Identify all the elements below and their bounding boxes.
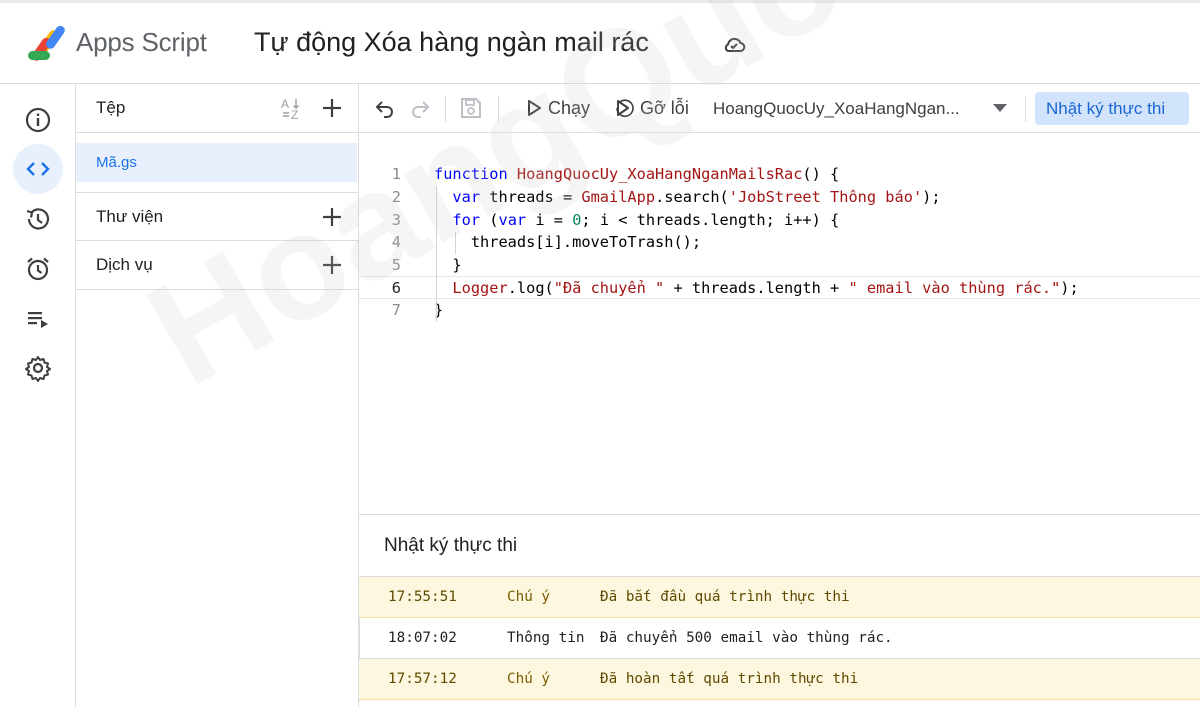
- code-text: var threads = GmailApp.search('JobStreet…: [452, 188, 941, 206]
- line-number: 4: [391, 233, 401, 251]
- toolbar-separator: [498, 96, 499, 122]
- add-service-icon[interactable]: [320, 253, 344, 277]
- file-item-ma-gs[interactable]: Mã.gs: [76, 143, 357, 182]
- libraries-section[interactable]: Thư viện: [76, 192, 358, 241]
- playlist-play-icon: [28, 312, 48, 328]
- log-message: Đã hoàn tất quá trình thực thi: [600, 671, 859, 687]
- line-number: 1: [391, 165, 401, 183]
- line-number: 7: [391, 301, 401, 319]
- debug-button[interactable]: Gỡ lỗi: [640, 98, 689, 119]
- rail-item-settings[interactable]: [13, 343, 63, 393]
- play-icon[interactable]: [522, 96, 546, 120]
- code-icon: [26, 162, 50, 176]
- code-text: }: [434, 256, 462, 274]
- execution-log-panel: Nhật ký thực thi 17:55:51 Chú ý Đã bắt đ…: [359, 514, 1200, 707]
- function-select[interactable]: HoangQuocUy_XoaHangNgan...: [713, 99, 975, 119]
- svg-text:Z: Z: [291, 108, 298, 122]
- execution-log-button[interactable]: Nhật ký thực thi: [1035, 92, 1189, 125]
- chevron-down-icon[interactable]: [993, 104, 1007, 112]
- apps-script-logo-icon[interactable]: [26, 25, 68, 63]
- project-title[interactable]: Tự động Xóa hàng ngàn mail rác: [254, 27, 649, 58]
- editor-toolbar: Chạy Gỡ lỗi HoangQuocUy_XoaHangNgan... N…: [359, 84, 1200, 133]
- line-number: 5: [391, 256, 401, 274]
- indent-guide: [455, 232, 456, 254]
- execution-log-button-label: Nhật ký thực thi: [1046, 99, 1166, 118]
- log-row[interactable]: 17:55:51 Chú ý Đã bắt đầu quá trình thực…: [359, 577, 1200, 618]
- log-level: Thông tin: [507, 630, 585, 646]
- line-number: 2: [391, 188, 401, 206]
- left-navigation-rail: [0, 84, 76, 707]
- services-label: Dịch vụ: [96, 255, 153, 274]
- add-file-icon[interactable]: [320, 96, 344, 120]
- log-level: Chú ý: [507, 589, 551, 605]
- code-line[interactable]: 4 threads[i].moveToTrash();: [359, 231, 1200, 254]
- app-name[interactable]: Apps Script: [76, 27, 207, 58]
- log-level: Chú ý: [507, 671, 551, 687]
- code-editor[interactable]: 1 function HoangQuocUy_XoaHangNganMailsR…: [359, 134, 1200, 514]
- code-text: threads[i].moveToTrash();: [434, 233, 702, 251]
- code-text: function HoangQuocUy_XoaHangNganMailsRac…: [434, 165, 840, 183]
- rail-item-executions[interactable]: [13, 294, 63, 344]
- code-line[interactable]: 7 }: [359, 299, 1200, 322]
- code-line-current[interactable]: 6 Logger.log("Đã chuyển " + threads.leng…: [359, 276, 1200, 299]
- files-header-label: Tệp: [96, 98, 126, 117]
- undo-icon[interactable]: [373, 96, 397, 120]
- log-time: 17:57:12: [388, 671, 457, 687]
- info-icon: [25, 107, 51, 133]
- redo-icon[interactable]: [408, 96, 432, 120]
- rail-item-history[interactable]: [13, 194, 63, 244]
- indent-guide: [436, 186, 437, 322]
- code-line[interactable]: 3 for (var i = 0; i < threads.length; i+…: [359, 209, 1200, 232]
- execution-log-title: Nhật ký thực thi: [384, 535, 518, 556]
- add-library-icon[interactable]: [320, 205, 344, 229]
- files-panel: Tệp A Z Mã.gs Thư viện Dịch vụ: [76, 84, 359, 707]
- svg-text:A: A: [281, 97, 289, 111]
- log-row[interactable]: 18:07:02 Thông tin Đã chuyển 500 email v…: [359, 618, 1200, 659]
- rail-item-editor[interactable]: [13, 144, 63, 194]
- toolbar-separator: [1025, 96, 1026, 122]
- log-time: 17:55:51: [388, 589, 457, 605]
- cloud-saved-icon: [724, 37, 746, 52]
- rail-item-overview[interactable]: [13, 95, 63, 145]
- gear-icon: [25, 356, 51, 382]
- rail-item-triggers[interactable]: [13, 244, 63, 294]
- files-header: Tệp A Z: [76, 84, 358, 133]
- log-table: 17:55:51 Chú ý Đã bắt đầu quá trình thực…: [359, 576, 1200, 700]
- line-number: 6: [391, 279, 401, 297]
- file-item-label: Mã.gs: [96, 154, 137, 171]
- line-number: 3: [391, 211, 401, 229]
- log-row[interactable]: 17:57:12 Chú ý Đã hoàn tất quá trình thự…: [359, 659, 1200, 700]
- debug-icon[interactable]: [613, 96, 637, 120]
- log-message: Đã chuyển 500 email vào thùng rác.: [600, 630, 893, 646]
- code-text: Logger.log("Đã chuyển " + threads.length…: [452, 279, 1079, 297]
- code-line[interactable]: 1 function HoangQuocUy_XoaHangNganMailsR…: [359, 163, 1200, 186]
- save-icon[interactable]: [459, 96, 483, 120]
- log-message: Đã bắt đầu quá trình thực thi: [600, 589, 850, 605]
- log-time: 18:07:02: [388, 630, 457, 646]
- libraries-label: Thư viện: [96, 207, 164, 226]
- code-text: for (var i = 0; i < threads.length; i++)…: [452, 211, 840, 229]
- history-icon: [26, 208, 50, 230]
- run-button[interactable]: Chạy: [548, 98, 590, 119]
- services-section[interactable]: Dịch vụ: [76, 241, 358, 290]
- sort-az-icon[interactable]: A Z: [280, 96, 306, 122]
- alarm-icon: [27, 257, 49, 281]
- code-line[interactable]: 5 }: [359, 254, 1200, 277]
- code-line[interactable]: 2 var threads = GmailApp.search('JobStre…: [359, 186, 1200, 209]
- toolbar-separator: [445, 96, 446, 122]
- app-header: Apps Script Tự động Xóa hàng ngàn mail r…: [0, 3, 1200, 84]
